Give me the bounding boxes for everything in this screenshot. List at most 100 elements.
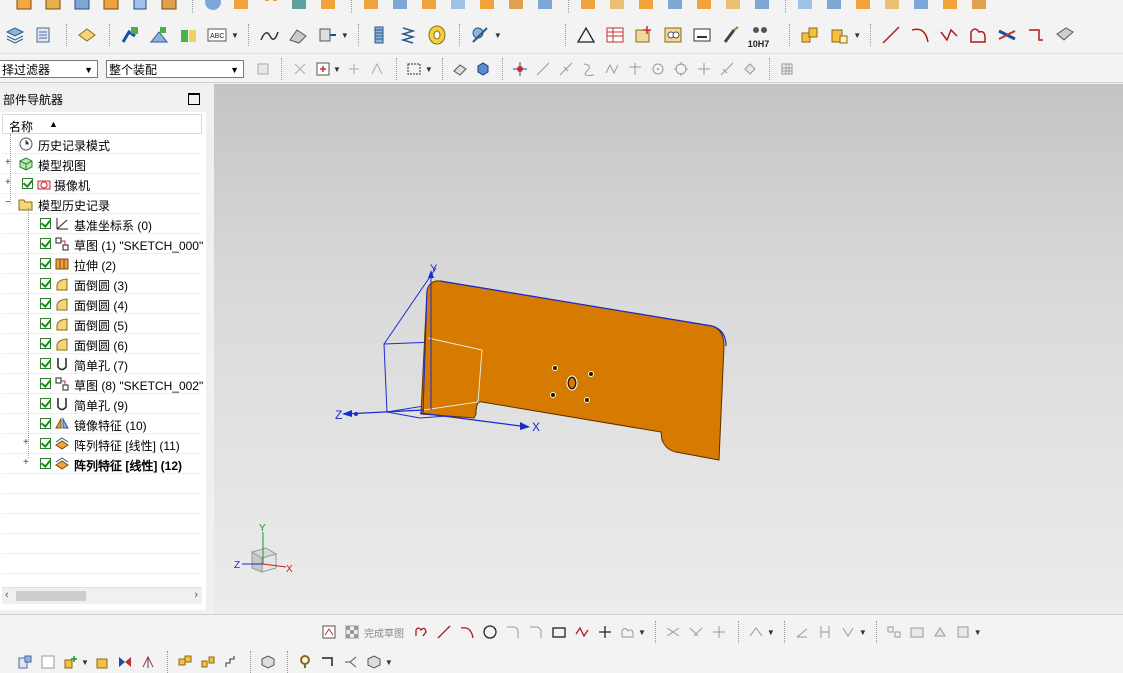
- filter-settings-icon[interactable]: [252, 59, 273, 79]
- thread-icon[interactable]: [366, 22, 392, 48]
- sketch-pattern-icon[interactable]: [907, 622, 928, 642]
- table-icon[interactable]: [602, 22, 628, 48]
- tree-row[interactable]: 基准坐标系 (0): [2, 214, 202, 234]
- visibility-checkbox[interactable]: [40, 418, 51, 429]
- move-to-layer-icon[interactable]: [74, 22, 100, 48]
- visibility-checkbox[interactable]: [40, 278, 51, 289]
- through-curves-icon[interactable]: [822, 0, 848, 15]
- tree-row[interactable]: 面倒圆 (6): [2, 334, 202, 354]
- product-interface-icon[interactable]: [341, 652, 362, 672]
- tree-row[interactable]: 草图 (8) "SKETCH_002": [2, 374, 203, 394]
- visibility-checkbox[interactable]: [40, 438, 51, 449]
- visibility-checkbox[interactable]: [40, 258, 51, 269]
- draft-icon[interactable]: [388, 0, 414, 15]
- grid-icon[interactable]: [777, 59, 798, 79]
- tree-row[interactable]: − 模型历史记录: [2, 194, 202, 214]
- auto-constraint-icon[interactable]: [838, 622, 859, 642]
- exploded-view-icon[interactable]: [221, 652, 242, 672]
- section-curve-icon[interactable]: [314, 22, 340, 48]
- snap-spline-icon[interactable]: [602, 59, 623, 79]
- snap-quadrant-icon[interactable]: [671, 59, 692, 79]
- sketch-chamfer-icon[interactable]: [525, 622, 546, 642]
- rectangle-select-icon[interactable]: [404, 59, 425, 79]
- part-body[interactable]: [420, 280, 727, 461]
- save-icon[interactable]: [70, 0, 96, 15]
- geometric-constraint-icon[interactable]: [792, 622, 813, 642]
- mesh-surface-icon[interactable]: [605, 0, 631, 15]
- offset-face-icon[interactable]: [417, 0, 443, 15]
- trimmed-sheet-icon[interactable]: [880, 0, 906, 15]
- sketch-spline-icon[interactable]: [617, 622, 638, 642]
- abc-text-icon[interactable]: ABC: [204, 22, 230, 48]
- visibility-checkbox[interactable]: [22, 178, 33, 189]
- collapse-icon[interactable]: −: [5, 198, 13, 208]
- make-corner-icon[interactable]: [709, 622, 730, 642]
- snap-point-on-curve-icon[interactable]: [694, 59, 715, 79]
- finish-sketch-icon[interactable]: [341, 622, 362, 642]
- note-icon[interactable]: [689, 22, 715, 48]
- measure-area-icon[interactable]: [631, 22, 657, 48]
- interference-icon[interactable]: [660, 22, 686, 48]
- wave-geometry-icon[interactable]: [258, 652, 279, 672]
- washer-icon[interactable]: [424, 22, 450, 48]
- offset-sketch-icon[interactable]: [746, 622, 767, 642]
- profile-sketch-icon[interactable]: [410, 622, 431, 642]
- profile-icon[interactable]: [965, 22, 991, 48]
- open-icon[interactable]: [41, 0, 67, 15]
- extension-icon[interactable]: [750, 0, 776, 15]
- sketch-arc-icon[interactable]: [456, 622, 477, 642]
- spring-icon[interactable]: [395, 22, 421, 48]
- expand-icon[interactable]: +: [23, 458, 31, 468]
- graphics-viewport[interactable]: Y X Z Y X Z: [214, 84, 1123, 614]
- boolean-icon[interactable]: [229, 0, 255, 15]
- brush-icon[interactable]: [718, 22, 744, 48]
- visibility-checkbox[interactable]: [40, 358, 51, 369]
- sketch-point-icon[interactable]: [594, 622, 615, 642]
- snap-point-icon[interactable]: [289, 59, 310, 79]
- surface-offset-icon[interactable]: [1052, 22, 1078, 48]
- routing-icon[interactable]: [318, 652, 339, 672]
- mirror-assembly-icon[interactable]: [175, 652, 196, 672]
- pattern-icon[interactable]: [258, 0, 284, 15]
- finish-sketch-label[interactable]: 完成草图: [364, 625, 404, 640]
- cylinder-icon[interactable]: [128, 0, 154, 15]
- type-filter-dropdown[interactable]: 择过滤器 ▼: [0, 60, 98, 78]
- horizontal-scrollbar[interactable]: ‹ ›: [2, 587, 202, 604]
- studio-surface-icon[interactable]: [692, 0, 718, 15]
- tree-row[interactable]: 草图 (1) "SKETCH_000": [2, 234, 203, 254]
- expand-icon[interactable]: +: [5, 158, 13, 168]
- reuse-library-icon[interactable]: [467, 22, 493, 48]
- layer-settings-icon[interactable]: [2, 22, 28, 48]
- quick-trim-icon[interactable]: [663, 622, 684, 642]
- new-part-icon[interactable]: [12, 0, 38, 15]
- view-triad[interactable]: Y X Z: [234, 523, 293, 575]
- tree-row[interactable]: 面倒圆 (3): [2, 274, 202, 294]
- cube-select-icon[interactable]: [473, 59, 494, 79]
- move-object-icon[interactable]: [117, 22, 143, 48]
- sketch-fillet-icon[interactable]: [502, 622, 523, 642]
- offset-surface-icon[interactable]: [851, 0, 877, 15]
- line-icon[interactable]: [878, 22, 904, 48]
- layer-visibility-icon[interactable]: [31, 22, 57, 48]
- snap-settings-icon[interactable]: [510, 59, 531, 79]
- constraint-navigator-icon[interactable]: [37, 652, 58, 672]
- sketch-more-icon[interactable]: [953, 622, 974, 642]
- eraser-icon[interactable]: [450, 59, 471, 79]
- trim-body-icon[interactable]: [446, 0, 472, 15]
- assembly-constraints-icon[interactable]: [115, 652, 136, 672]
- snap-curve-icon[interactable]: [579, 59, 600, 79]
- visibility-checkbox[interactable]: [40, 378, 51, 389]
- sketch-rectangle-icon[interactable]: [548, 622, 569, 642]
- chamfer-icon[interactable]: [316, 0, 342, 15]
- sphere-icon[interactable]: [200, 0, 226, 15]
- bounded-plane-icon[interactable]: [663, 0, 689, 15]
- mirror-curve-icon[interactable]: [884, 622, 905, 642]
- component-array-icon[interactable]: [198, 652, 219, 672]
- component-add-icon[interactable]: [797, 22, 823, 48]
- splitter[interactable]: [206, 84, 214, 614]
- select-body-icon[interactable]: [367, 59, 388, 79]
- tree-row[interactable]: + 摄像机: [2, 174, 202, 194]
- surface-icon[interactable]: [576, 0, 602, 15]
- tree-row[interactable]: 镜像特征 (10): [2, 414, 202, 434]
- selection-option-icon[interactable]: [312, 59, 333, 79]
